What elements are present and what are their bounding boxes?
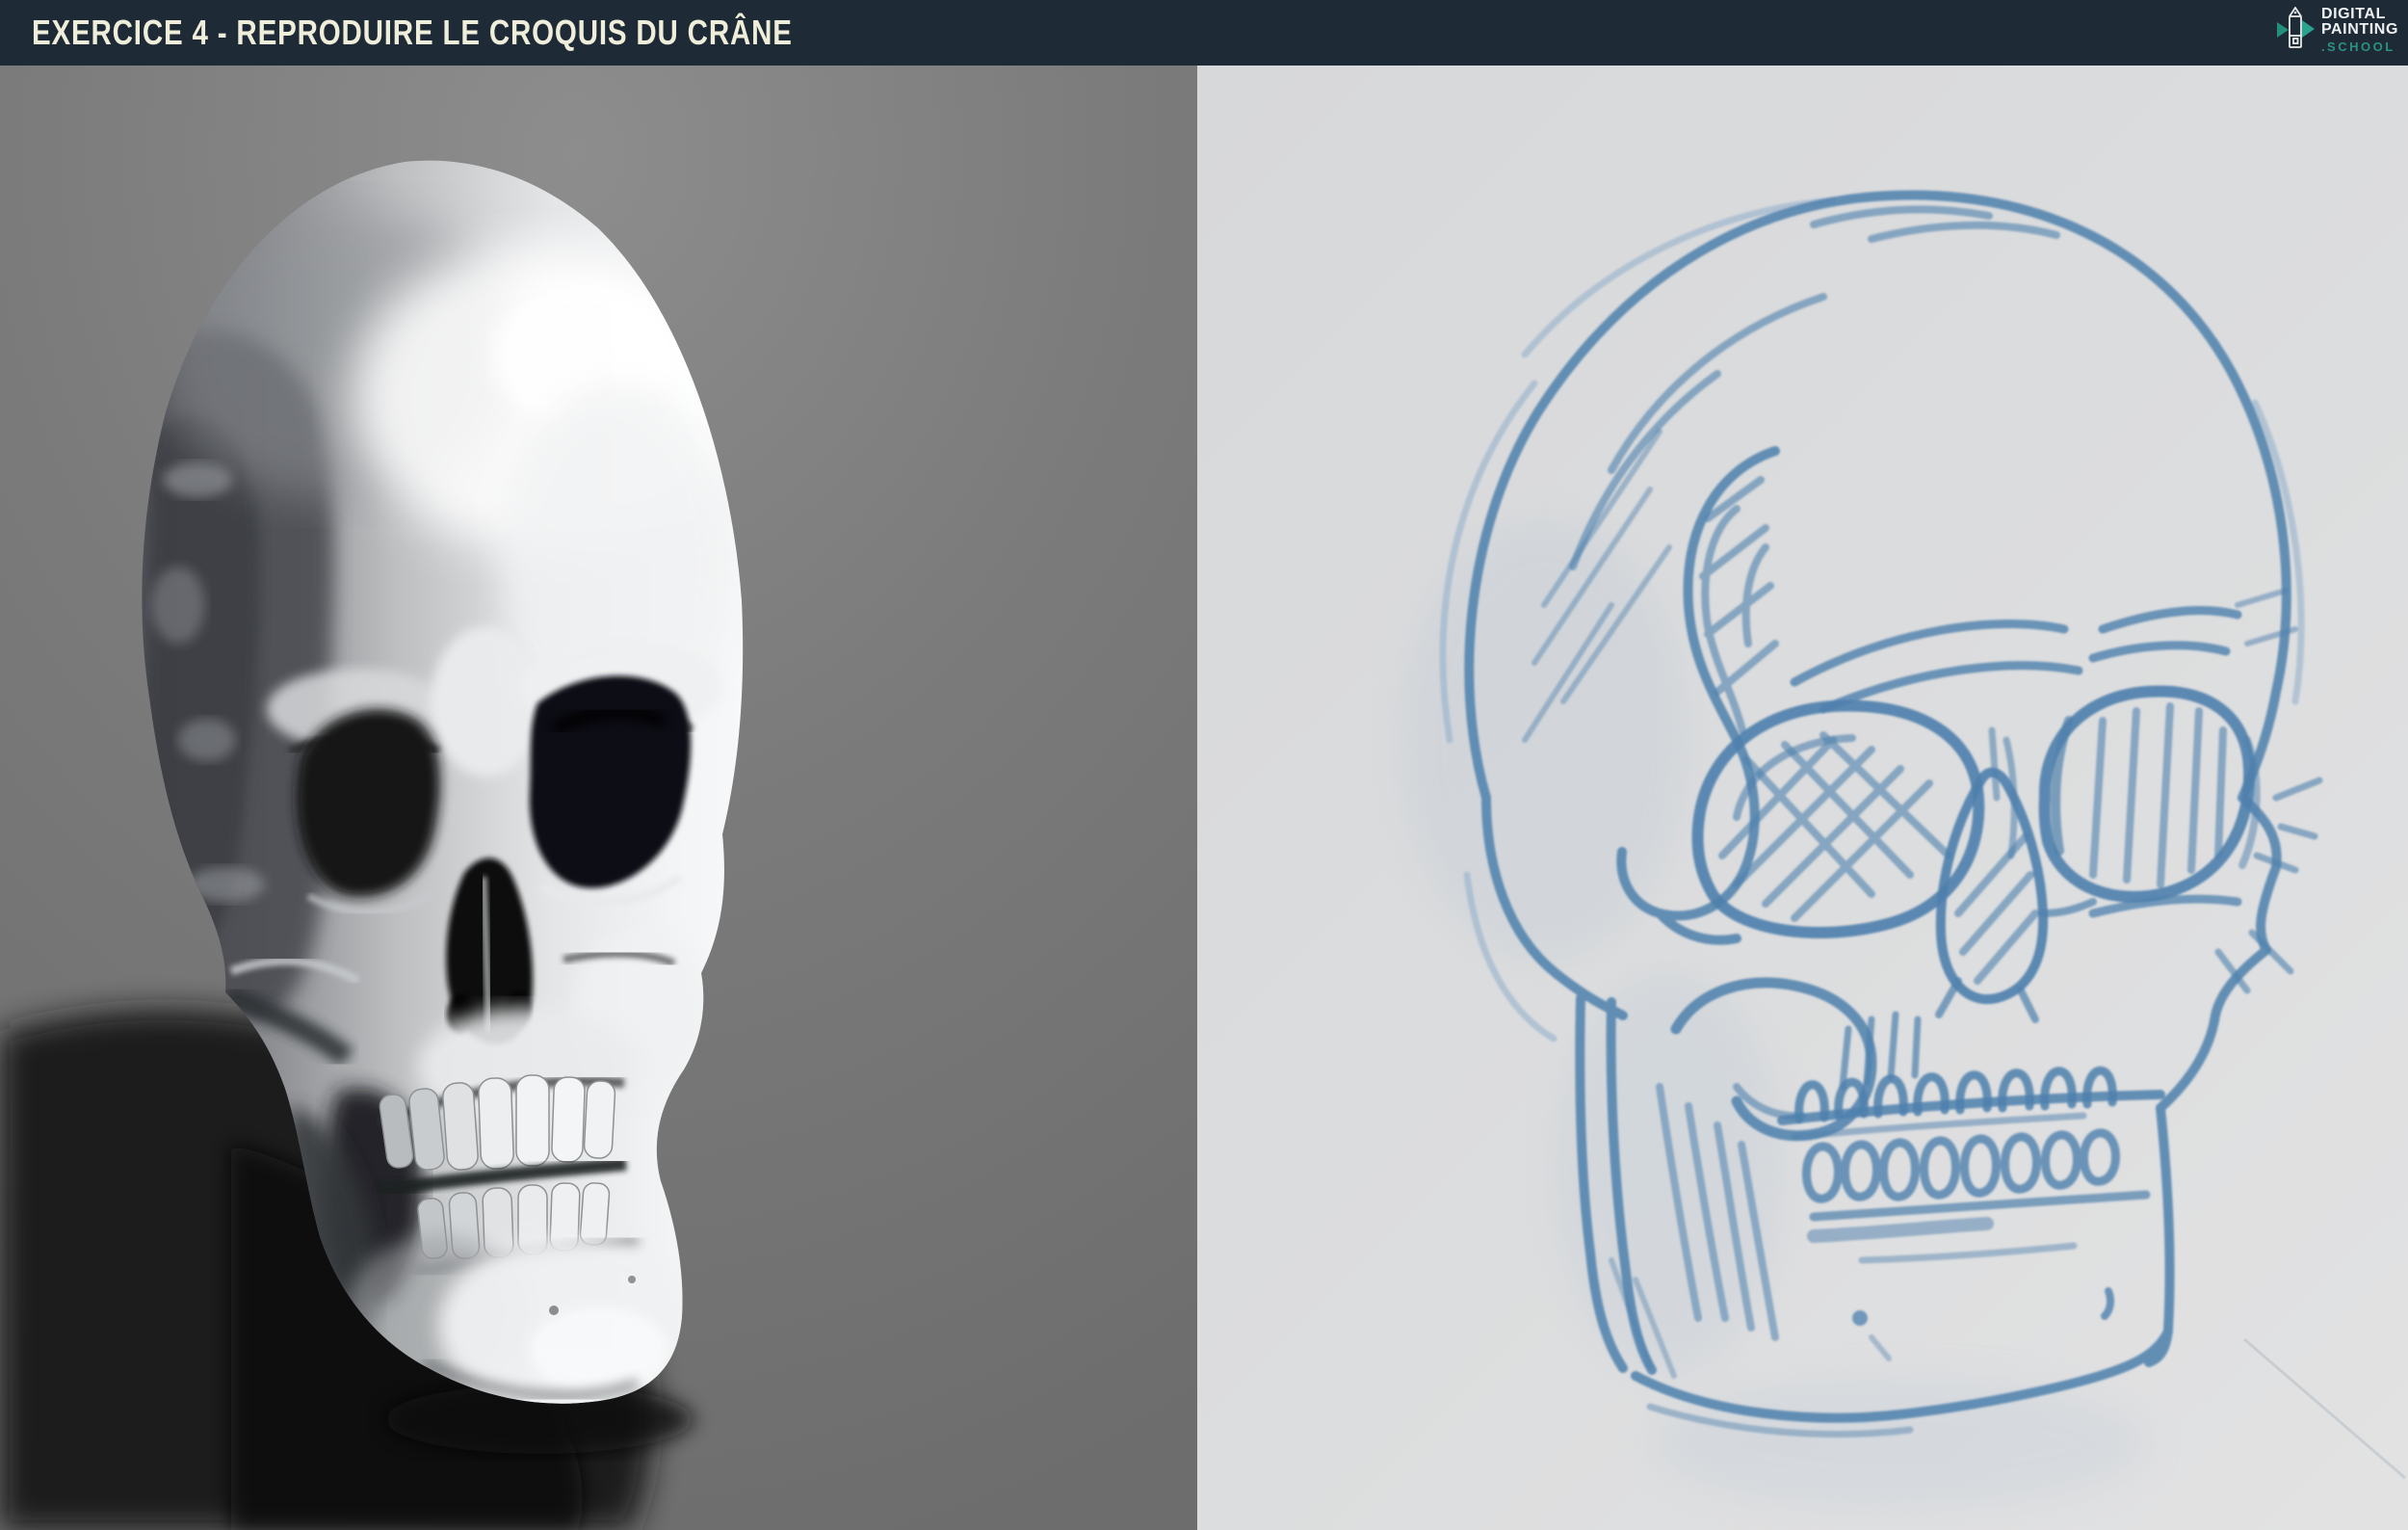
slide: EXERCICE 4 - REPRODUIRE LE CROQUIS DU CR… <box>0 0 2408 1530</box>
logo-wordmark: DIGITAL PAINTING .SCHOOL <box>2320 6 2398 54</box>
skull-3d-render <box>0 160 744 1530</box>
reference-3d-panel <box>0 66 1197 1530</box>
sketch-panel <box>1197 66 2408 1530</box>
pencil-logo-icon <box>2276 7 2315 55</box>
logo-word-digital: DIGITAL <box>2320 6 2386 22</box>
skull-sketch-render <box>1400 190 2406 1511</box>
title-bar: EXERCICE 4 - REPRODUIRE LE CROQUIS DU CR… <box>0 0 2408 66</box>
logo-word-school: .SCHOOL <box>2320 40 2395 54</box>
page-title: EXERCICE 4 - REPRODUIRE LE CROQUIS DU CR… <box>32 13 793 52</box>
digital-painting-school-logo: DIGITAL PAINTING .SCHOOL <box>2276 7 2398 55</box>
logo-word-painting: PAINTING <box>2320 21 2398 38</box>
